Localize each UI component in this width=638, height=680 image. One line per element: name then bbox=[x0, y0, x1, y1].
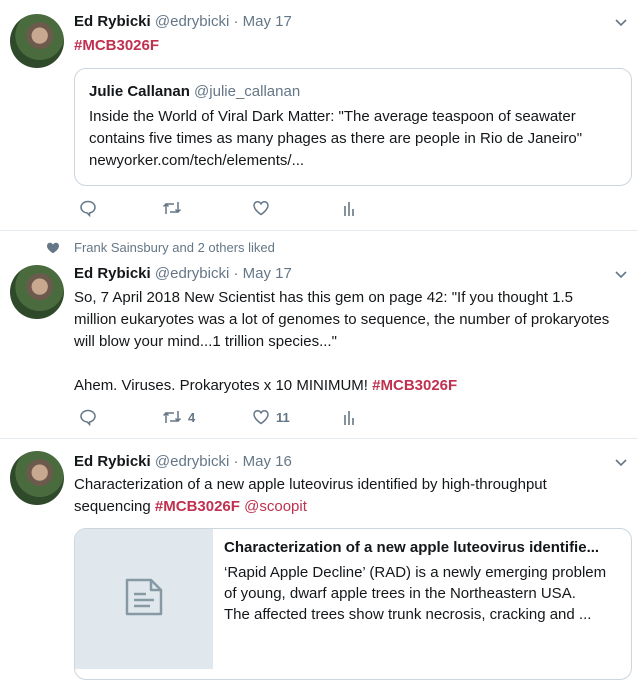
retweet-button[interactable] bbox=[162, 199, 182, 217]
document-icon bbox=[125, 578, 163, 616]
hashtag-link[interactable]: #MCB3026F bbox=[74, 37, 159, 54]
tweet-text-fragment: Ahem. Viruses. Prokaryotes x 10 MINIMUM! bbox=[74, 377, 368, 394]
tweet-text-line: Ahem. Viruses. Prokaryotes x 10 MINIMUM!… bbox=[74, 375, 630, 397]
tweet-text-line: sequencing #MCB3026F @scoopit bbox=[74, 496, 630, 518]
separator: · bbox=[233, 265, 239, 282]
heart-icon bbox=[253, 410, 269, 425]
like-count: 11 bbox=[276, 409, 290, 425]
card-description: ‘Rapid Apple Decline’ (RAD) is a newly e… bbox=[224, 562, 620, 625]
retweet-button[interactable]: 4 bbox=[162, 408, 195, 426]
chevron-down-icon[interactable] bbox=[614, 456, 628, 470]
card-body: Characterization of a new apple luteovir… bbox=[224, 539, 620, 625]
like-button[interactable]: 11 bbox=[252, 408, 290, 426]
heart-icon bbox=[253, 201, 269, 216]
tweet-date[interactable]: May 16 bbox=[243, 453, 292, 470]
author-handle[interactable]: @edrybicki bbox=[155, 265, 229, 282]
analytics-button[interactable] bbox=[342, 199, 356, 217]
tweet-text: Characterization of a new apple luteovir… bbox=[74, 474, 630, 518]
tweet-actions bbox=[74, 199, 374, 223]
separator: · bbox=[233, 453, 239, 470]
reply-icon bbox=[80, 200, 96, 217]
tweet-text: #MCB3026F bbox=[74, 35, 630, 57]
tweet-1[interactable]: Ed Rybicki @edrybicki · May 17 #MCB3026F… bbox=[0, 0, 638, 231]
analytics-icon bbox=[344, 202, 354, 216]
separator: · bbox=[233, 13, 239, 30]
quoted-author-handle: @julie_callanan bbox=[194, 83, 301, 100]
analytics-button[interactable] bbox=[342, 408, 356, 426]
tweet-text-line: will blow your mind...1 trillion species… bbox=[74, 333, 337, 350]
tweet-text-line: Characterization of a new apple luteovir… bbox=[74, 476, 547, 493]
quoted-author-name: Julie Callanan bbox=[89, 83, 190, 100]
reply-icon bbox=[80, 409, 96, 426]
author-name[interactable]: Ed Rybicki bbox=[74, 13, 151, 30]
tweet-date[interactable]: May 17 bbox=[243, 265, 292, 282]
hashtag-link[interactable]: #MCB3026F bbox=[372, 377, 457, 394]
tweet-header: Ed Rybicki @edrybicki · May 16 bbox=[74, 453, 292, 470]
mention-link[interactable]: @scoopit bbox=[244, 498, 307, 515]
tweet-date[interactable]: May 17 bbox=[243, 13, 292, 30]
tweet-2[interactable]: Frank Sainsbury and 2 others liked Ed Ry… bbox=[0, 231, 638, 439]
card-title: Characterization of a new apple luteovir… bbox=[224, 539, 600, 556]
card-description-line: ‘Rapid Apple Decline’ (RAD) is a newly e… bbox=[224, 564, 607, 581]
social-context-text[interactable]: Frank Sainsbury and 2 others liked bbox=[74, 240, 275, 255]
card-thumbnail bbox=[75, 529, 213, 669]
quoted-text-line: Inside the World of Viral Dark Matter: "… bbox=[89, 108, 576, 125]
link-card[interactable]: Characterization of a new apple luteovir… bbox=[74, 528, 632, 680]
tweet-actions: 4 11 bbox=[74, 408, 374, 432]
author-handle[interactable]: @edrybicki bbox=[155, 453, 229, 470]
tweet-text-fragment: sequencing bbox=[74, 498, 151, 515]
card-description-line: The affected trees show trunk necrosis, … bbox=[224, 606, 592, 623]
quoted-link: newyorker.com/tech/elements/... bbox=[89, 152, 305, 169]
heart-icon bbox=[47, 242, 59, 253]
tweet-header: Ed Rybicki @edrybicki · May 17 bbox=[74, 13, 292, 30]
reply-button[interactable] bbox=[79, 408, 97, 426]
chevron-down-icon[interactable] bbox=[614, 268, 628, 282]
retweet-count: 4 bbox=[188, 409, 196, 425]
quoted-header: Julie Callanan @julie_callanan bbox=[89, 83, 300, 100]
tweet-text: So, 7 April 2018 New Scientist has this … bbox=[74, 287, 630, 397]
quoted-text-line: contains five times as many phages as th… bbox=[89, 130, 583, 147]
analytics-icon bbox=[344, 411, 354, 425]
hashtag-link[interactable]: #MCB3026F bbox=[155, 498, 240, 515]
tweet-3[interactable]: Ed Rybicki @edrybicki · May 16 Character… bbox=[0, 439, 638, 680]
like-button[interactable] bbox=[252, 199, 270, 217]
author-name[interactable]: Ed Rybicki bbox=[74, 265, 151, 282]
tweet-text-line: million eukaryotes was a lot of genomes … bbox=[74, 311, 610, 328]
chevron-down-icon[interactable] bbox=[614, 16, 628, 30]
author-handle[interactable]: @edrybicki bbox=[155, 13, 229, 30]
reply-button[interactable] bbox=[79, 199, 97, 217]
quoted-text: Inside the World of Viral Dark Matter: "… bbox=[89, 106, 582, 172]
avatar[interactable] bbox=[10, 14, 64, 68]
retweet-icon bbox=[162, 202, 182, 214]
social-context: Frank Sainsbury and 2 others liked bbox=[46, 240, 275, 255]
avatar[interactable] bbox=[10, 451, 64, 505]
quoted-tweet[interactable]: Julie Callanan @julie_callanan Inside th… bbox=[74, 68, 632, 186]
author-name[interactable]: Ed Rybicki bbox=[74, 453, 151, 470]
avatar[interactable] bbox=[10, 265, 64, 319]
tweet-text-line: So, 7 April 2018 New Scientist has this … bbox=[74, 289, 573, 306]
tweet-header: Ed Rybicki @edrybicki · May 17 bbox=[74, 265, 292, 282]
retweet-icon bbox=[162, 411, 182, 423]
card-description-line: of young, dwarf apple trees in the North… bbox=[224, 585, 576, 602]
